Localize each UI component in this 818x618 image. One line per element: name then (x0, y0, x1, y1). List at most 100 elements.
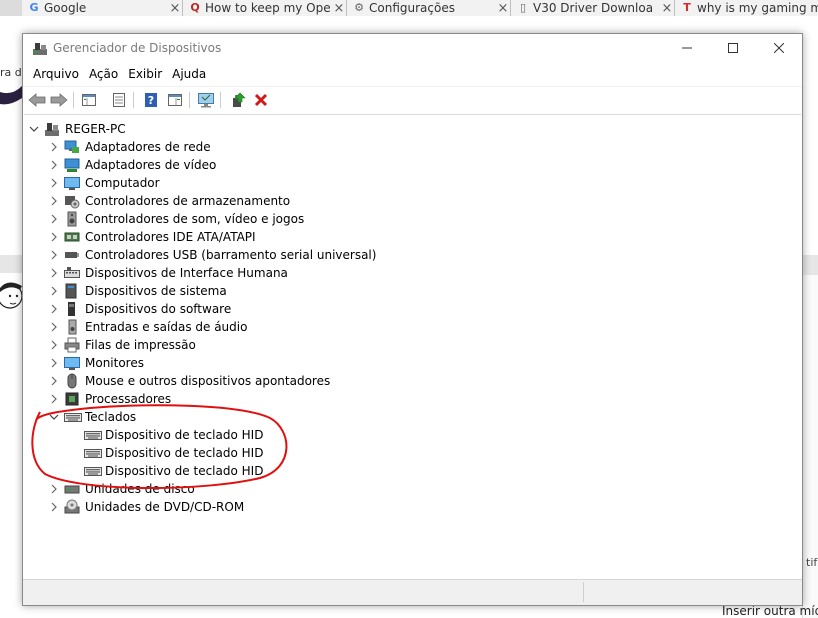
chevron-down-icon[interactable] (28, 120, 40, 138)
properties-view-button[interactable] (79, 90, 99, 110)
details-view-button[interactable] (165, 90, 185, 110)
menu-acao[interactable]: Ação (84, 64, 123, 84)
monitor-icon (64, 355, 80, 371)
uninstall-x-icon (254, 93, 268, 107)
maximize-button[interactable] (710, 34, 756, 62)
chevron-right-icon[interactable] (48, 318, 60, 336)
insert-media-link[interactable]: Inserir outra mídia (722, 604, 818, 618)
chevron-right-icon[interactable] (48, 264, 60, 282)
chevron-right-icon[interactable] (48, 282, 60, 300)
tree-item-label: Dispositivos de sistema (85, 284, 227, 298)
update-driver-icon (233, 92, 246, 107)
tree-category[interactable]: Controladores IDE ATA/ATAPI (48, 228, 256, 246)
chevron-right-icon[interactable] (48, 300, 60, 318)
tree-category[interactable]: Processadores (48, 390, 171, 408)
browser-tab-settings[interactable]: ⚙ Configurações × (347, 0, 511, 16)
chevron-right-icon[interactable] (48, 210, 60, 228)
tree-category[interactable]: Computador (48, 174, 160, 192)
chevron-down-icon[interactable] (48, 408, 60, 426)
device-manager-window: Gerenciador de Dispositivos Arquivo Ação… (22, 33, 803, 606)
tree-item-label: Filas de impressão (85, 338, 196, 352)
tree-category[interactable]: Dispositivos de sistema (48, 282, 227, 300)
details-view-icon (168, 94, 182, 106)
usb-icon (64, 247, 80, 263)
list-view-button[interactable] (109, 90, 129, 110)
close-icon[interactable]: × (332, 1, 346, 16)
tree-item-label: REGER-PC (65, 122, 126, 136)
close-icon[interactable]: × (496, 1, 510, 16)
chevron-right-icon[interactable] (48, 156, 60, 174)
chevron-right-icon[interactable] (48, 174, 60, 192)
tree-category[interactable]: Unidades de DVD/CD-ROM (48, 498, 244, 516)
close-button[interactable] (756, 34, 802, 62)
toolbar-separator (220, 92, 221, 108)
tree-root[interactable]: REGER-PC (28, 120, 126, 138)
chevron-right-icon[interactable] (48, 336, 60, 354)
window-title: Gerenciador de Dispositivos (53, 41, 222, 55)
uninstall-button[interactable] (251, 90, 271, 110)
tree-category[interactable]: Controladores de armazenamento (48, 192, 290, 210)
update-driver-button[interactable] (228, 90, 248, 110)
google-icon: G (29, 1, 39, 14)
browser-tab-gaming[interactable]: T why is my gaming m (675, 0, 818, 16)
computer-icon (64, 175, 80, 191)
display-adapter-icon (64, 157, 80, 173)
close-icon[interactable]: × (660, 1, 674, 16)
help-icon: ? (145, 93, 157, 107)
browser-tab-quora[interactable]: Q How to keep my Ope × (183, 0, 347, 16)
chevron-right-icon[interactable] (48, 372, 60, 390)
device-tree-view[interactable]: REGER-PC Adaptadores de rede Adaptadores d… (24, 114, 801, 578)
back-button[interactable] (27, 90, 47, 110)
tree-device[interactable]: Dispositivo de teclado HID (84, 426, 263, 444)
toolbar-separator (133, 92, 134, 108)
ide-controller-icon (64, 229, 80, 245)
tree-category[interactable]: Adaptadores de vídeo (48, 156, 216, 174)
device-manager-icon (33, 43, 47, 55)
title-bar[interactable]: Gerenciador de Dispositivos (23, 34, 802, 62)
chevron-right-icon[interactable] (48, 390, 60, 408)
tree-category[interactable]: Unidades de disco (48, 480, 195, 498)
chevron-right-icon[interactable] (48, 354, 60, 372)
forward-button[interactable] (49, 90, 69, 110)
tree-category[interactable]: Teclados (48, 408, 136, 426)
tree-category[interactable]: Dispositivos de Interface Humana (48, 264, 288, 282)
tree-device[interactable]: Dispositivo de teclado HID (84, 462, 263, 480)
tree-category[interactable]: Monitores (48, 354, 144, 372)
tree-category[interactable]: Entradas e saídas de áudio (48, 318, 247, 336)
close-icon[interactable]: × (168, 1, 182, 16)
tree-category[interactable]: Mouse e outros dispositivos apontadores (48, 372, 330, 390)
tree-item-label: Dispositivos do software (85, 302, 232, 316)
help-button[interactable]: ? (141, 90, 161, 110)
tree-item-label: Entradas e saídas de áudio (85, 320, 248, 334)
tree-category[interactable]: Filas de impressão (48, 336, 196, 354)
printer-icon (64, 337, 80, 353)
tree-device[interactable]: Dispositivo de teclado HID (84, 444, 263, 462)
mouse-icon (64, 373, 80, 389)
menu-bar: Arquivo Ação Exibir Ajuda (23, 64, 802, 84)
tree-item-label: Adaptadores de vídeo (85, 158, 217, 172)
tree-item-label: Unidades de disco (85, 482, 195, 496)
tree-category[interactable]: Adaptadores de rede (48, 138, 211, 156)
keyboard-icon (64, 409, 82, 425)
chevron-right-icon[interactable] (48, 480, 60, 498)
browser-tab-google[interactable]: G Google × (22, 0, 183, 16)
tree-category[interactable]: Controladores de som, vídeo e jogos (48, 210, 304, 228)
tree-item-label: Computador (85, 176, 160, 190)
minimize-button[interactable] (664, 34, 710, 62)
tree-item-label: Controladores USB (barramento serial uni… (85, 248, 377, 262)
browser-tab-driver[interactable]: ▯ V30 Driver Downloa × (511, 0, 675, 16)
tree-category[interactable]: Dispositivos do software (48, 300, 231, 318)
chevron-right-icon[interactable] (48, 228, 60, 246)
storage-controller-icon (64, 193, 80, 209)
tree-item-label: Dispositivo de teclado HID (105, 464, 264, 478)
chevron-right-icon[interactable] (48, 246, 60, 264)
quora-icon: Q (190, 1, 200, 14)
menu-exibir[interactable]: Exibir (123, 64, 167, 84)
scan-hardware-button[interactable] (196, 90, 216, 110)
chevron-right-icon[interactable] (48, 498, 60, 516)
chevron-right-icon[interactable] (48, 192, 60, 210)
tree-category[interactable]: Controladores USB (barramento serial uni… (48, 246, 376, 264)
menu-ajuda[interactable]: Ajuda (167, 64, 211, 84)
chevron-right-icon[interactable] (48, 138, 60, 156)
menu-arquivo[interactable]: Arquivo (28, 64, 84, 84)
